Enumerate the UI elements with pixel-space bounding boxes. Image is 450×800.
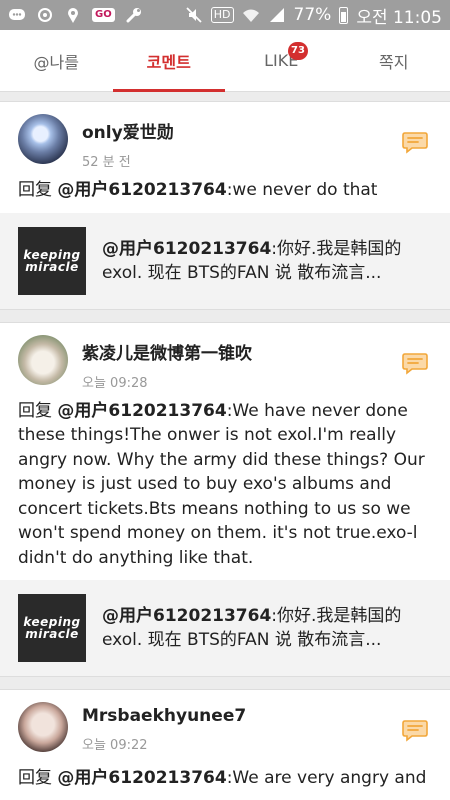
tab-comments[interactable]: 코멘트 xyxy=(112,30,226,92)
avatar[interactable] xyxy=(18,702,68,752)
user-name[interactable]: only爱世勋 xyxy=(82,118,400,143)
tab-messages[interactable]: 쪽지 xyxy=(338,30,450,91)
comment-bubble-icon[interactable] xyxy=(400,347,430,377)
comment-bubble-icon[interactable] xyxy=(400,126,430,156)
tab-label: @나를 xyxy=(33,52,79,72)
mention-link[interactable]: @用户6120213764 xyxy=(57,180,226,200)
avatar[interactable] xyxy=(18,114,68,164)
signal-icon xyxy=(269,8,284,22)
battery-percent: 77% xyxy=(293,5,332,25)
divider xyxy=(0,308,450,323)
timestamp: 오늘 09:28 xyxy=(82,375,148,391)
post-thumbnail: keeping miracle xyxy=(18,594,86,662)
sync-icon xyxy=(38,8,52,22)
tab-label: 코멘트 xyxy=(146,52,191,72)
tab-mentions[interactable]: @나를 xyxy=(0,30,113,91)
chat-icon xyxy=(9,9,25,20)
tab-label: 쪽지 xyxy=(379,52,409,72)
quoted-text: @用户6120213764:你好.我是韩国的exol. 现在 BTS的FAN 说… xyxy=(102,606,402,650)
timestamp: 52 분 전 xyxy=(82,155,131,170)
comment-item[interactable]: Mrsbaekhyunee7 오늘 09:22 回复 @用户6120213764… xyxy=(0,690,450,800)
user-name[interactable]: Mrsbaekhyunee7 xyxy=(82,706,400,726)
comment-item[interactable]: 紫凌儿是微博第一锥吹 오늘 09:28 回复 @用户6120213764:We … xyxy=(0,322,450,676)
like-count-badge: 73 xyxy=(288,42,308,60)
mute-icon xyxy=(186,7,202,23)
quoted-post[interactable]: keeping miracle @用户6120213764:你好.我是韩国的exo… xyxy=(0,212,450,309)
tab-bar: @나를 코멘트 LIKE 73 쪽지 xyxy=(0,30,450,92)
battery-icon xyxy=(339,6,349,24)
location-icon xyxy=(68,8,78,23)
comment-item[interactable]: only爱世勋 52 분 전 回复 @用户6120213764:we never… xyxy=(0,102,450,309)
hd-icon: HD xyxy=(210,7,234,23)
divider xyxy=(0,676,450,690)
comment-feed: only爱世勋 52 분 전 回复 @用户6120213764:we never… xyxy=(0,92,450,800)
timestamp: 오늘 09:22 xyxy=(82,738,148,753)
comment-bubble-icon[interactable] xyxy=(400,714,430,744)
divider xyxy=(0,92,450,102)
mention-link[interactable]: @用户6120213764 xyxy=(57,768,226,788)
quoted-post[interactable]: keeping miracle @用户6120213764:你好.我是韩国的exo… xyxy=(0,580,450,676)
comment-text: 回复 @用户6120213764:We are very angry and xyxy=(18,768,427,788)
mention-link[interactable]: @用户6120213764 xyxy=(57,401,226,421)
comment-text: 回复 @用户6120213764:we never do that xyxy=(18,180,378,200)
go-app-icon: GO xyxy=(92,8,115,22)
comment-text: 回复 @用户6120213764:We have never done thes… xyxy=(18,400,425,568)
wrench-icon xyxy=(126,8,141,23)
wifi-icon xyxy=(242,9,259,22)
clock: 오전 11:05 xyxy=(356,7,442,28)
tab-like[interactable]: LIKE 73 xyxy=(225,30,338,91)
quoted-text: @用户6120213764:你好.我是韩国的exol. 现在 BTS的FAN 说… xyxy=(102,238,402,283)
user-name[interactable]: 紫凌儿是微博第一锥吹 xyxy=(82,339,400,364)
avatar[interactable] xyxy=(18,334,68,385)
post-thumbnail: keeping miracle xyxy=(18,226,86,295)
status-bar: GO HD 77% 오전 11:05 xyxy=(0,0,450,30)
